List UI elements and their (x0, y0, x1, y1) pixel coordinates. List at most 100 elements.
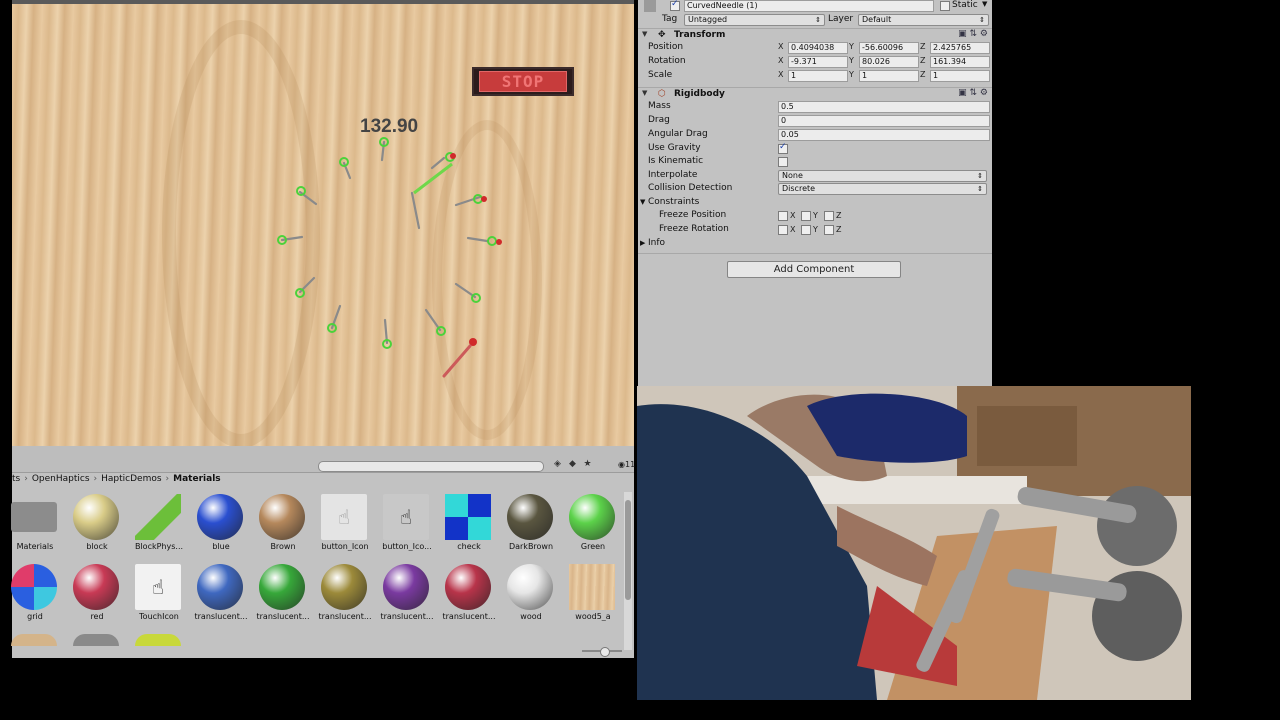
asset-item[interactable]: Green (562, 492, 624, 560)
filter-type-icon[interactable]: ◈ (552, 459, 563, 470)
material-sphere-icon (569, 494, 615, 540)
component-menu-icon[interactable]: ▣ ⇅ ⚙ (958, 29, 988, 39)
interpolate-dropdown[interactable]: None ⇕ (778, 170, 987, 182)
asset-item[interactable]: translucent... (252, 562, 314, 630)
add-component-button[interactable]: Add Component (727, 261, 901, 278)
material-sphere-icon (197, 494, 243, 540)
info-label[interactable]: Info (648, 238, 665, 248)
is-kinematic-checkbox[interactable] (778, 157, 788, 167)
material-sphere-icon (507, 564, 553, 610)
rotation-z-field[interactable]: 161.394 (930, 56, 990, 68)
timer-display: 132.90 (360, 116, 419, 137)
mass-row: Mass 0.5 (638, 101, 992, 114)
asset-item[interactable]: ☝ button_Icon (314, 492, 376, 560)
use-gravity-checkbox[interactable] (778, 142, 788, 154)
chevron-down-icon[interactable]: ▼ (982, 0, 987, 8)
axis-z: Z (920, 56, 926, 65)
position-z-field[interactable]: 2.425765 (930, 42, 990, 54)
freeze-position-x-checkbox[interactable] (778, 211, 788, 221)
angular-drag-field[interactable]: 0.05 (778, 129, 990, 141)
asset-item[interactable]: translucent... (190, 562, 252, 630)
filter-label-icon[interactable]: ◆ (567, 459, 578, 470)
asset-item[interactable]: BlockPhys... (128, 492, 190, 560)
position-x-field[interactable]: 0.4094038 (788, 42, 848, 54)
mass-label: Mass (648, 101, 671, 111)
asset-item[interactable]: ☝ button_Ico... (376, 492, 438, 560)
asset-item[interactable]: translucent... (376, 562, 438, 630)
material-sphere-icon (197, 564, 243, 610)
mass-field[interactable]: 0.5 (778, 101, 990, 113)
asset-item-partial (73, 634, 119, 646)
asset-item[interactable]: red (66, 562, 128, 630)
stop-button[interactable]: STOP (472, 67, 574, 96)
breadcrumb-item[interactable]: OpenHaptics (32, 474, 90, 484)
freeze-position-label: Freeze Position (659, 210, 727, 220)
static-checkbox[interactable] (940, 1, 950, 11)
interpolate-label: Interpolate (648, 170, 698, 180)
use-gravity-label: Use Gravity (648, 143, 701, 153)
thumbnail-size-slider[interactable] (582, 647, 622, 657)
game-view[interactable]: 132.90 STOP (12, 0, 634, 446)
favorite-icon[interactable]: ★ (582, 459, 593, 470)
freeze-position-y-checkbox[interactable] (801, 211, 811, 221)
is-kinematic-label: Is Kinematic (648, 156, 704, 166)
foldout-icon[interactable]: ▼ (642, 89, 647, 97)
foldout-icon[interactable]: ▼ (642, 30, 647, 38)
freeze-rotation-x-checkbox[interactable] (778, 225, 788, 235)
angular-drag-label: Angular Drag (648, 129, 708, 139)
tag-dropdown[interactable]: Untagged ⇕ (684, 14, 825, 26)
component-menu-icon[interactable]: ▣ ⇅ ⚙ (958, 88, 988, 98)
transform-header[interactable]: ▼ ✥ Transform ▣ ⇅ ⚙ (638, 28, 992, 42)
asset-item[interactable]: wood5_a (562, 562, 624, 630)
asset-item[interactable]: blue (190, 492, 252, 560)
asset-item[interactable]: DarkBrown (500, 492, 562, 560)
foldout-collapsed-icon[interactable]: ▶ (640, 239, 645, 247)
asset-item[interactable]: wood (500, 562, 562, 630)
layer-dropdown[interactable]: Default ⇕ (858, 14, 989, 26)
rigidbody-header[interactable]: ▼ ⬡ Rigidbody ▣ ⇅ ⚙ (638, 87, 992, 101)
asset-label: check (457, 542, 481, 551)
asset-item[interactable]: Brown (252, 492, 314, 560)
rotation-x-field[interactable]: -9.371 (788, 56, 848, 68)
axis-y: Y (849, 56, 854, 65)
axis-x: X (778, 56, 784, 65)
position-label: Position (648, 42, 684, 52)
gameobject-icon (644, 0, 656, 12)
rotation-y-field[interactable]: 80.026 (859, 56, 919, 68)
freeze-rotation-z-checkbox[interactable] (824, 225, 834, 235)
drag-row: Drag 0 (638, 115, 992, 128)
asset-item[interactable]: Materials (4, 492, 66, 560)
drag-field[interactable]: 0 (778, 115, 990, 127)
project-search-input[interactable] (318, 461, 544, 472)
asset-item[interactable]: ☝ TouchIcon (128, 562, 190, 630)
physics-material-icon (135, 494, 181, 540)
axis-x: X (778, 70, 784, 79)
rigidbody-title: Rigidbody (674, 89, 725, 99)
axis-z: Z (920, 70, 926, 79)
breadcrumb-item[interactable]: ts (12, 474, 20, 484)
breadcrumb-item[interactable]: HapticDemos (101, 474, 161, 484)
freeze-position-z-checkbox[interactable] (824, 211, 834, 221)
active-checkbox[interactable] (670, 0, 680, 11)
collision-label: Collision Detection (648, 183, 733, 193)
foldout-icon[interactable]: ▼ (640, 198, 645, 206)
scale-z-field[interactable]: 1 (930, 70, 990, 82)
asset-item[interactable]: block (66, 492, 128, 560)
scale-y-field[interactable]: 1 (859, 70, 919, 82)
freeze-rotation-label: Freeze Rotation (659, 224, 729, 234)
asset-label: DarkBrown (508, 542, 554, 551)
collision-dropdown[interactable]: Discrete ⇕ (778, 183, 987, 195)
folder-icon (11, 502, 57, 532)
asset-item[interactable]: grid (4, 562, 66, 630)
rotation-row: Rotation X -9.371 Y 80.026 Z 161.394 (638, 56, 992, 69)
freeze-rotation-y-checkbox[interactable] (801, 225, 811, 235)
asset-item[interactable]: translucent... (314, 562, 376, 630)
asset-item[interactable]: check (438, 492, 500, 560)
scale-x-field[interactable]: 1 (788, 70, 848, 82)
position-y-field[interactable]: -56.60096 (859, 42, 919, 54)
object-name-field[interactable]: CurvedNeedle (1) (684, 0, 934, 12)
asset-item[interactable]: translucent... (438, 562, 500, 630)
asset-label: translucent... (256, 612, 310, 621)
project-scrollbar[interactable] (624, 492, 632, 650)
needle-tip (487, 236, 497, 246)
